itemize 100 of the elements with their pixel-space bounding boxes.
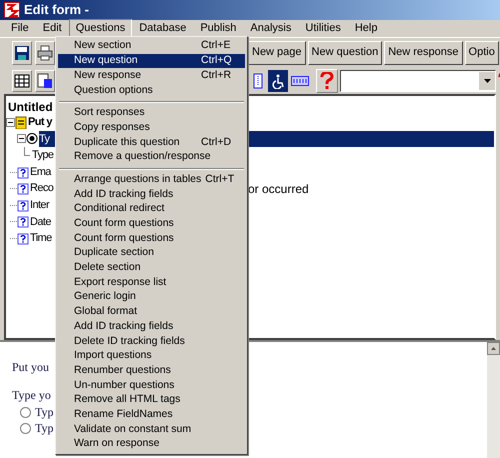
menu-entry[interactable]: Duplicate this question Ctrl+D <box>58 135 245 150</box>
menu-entry-label: Add ID tracking fields <box>74 186 174 202</box>
menu-entry[interactable]: Remove a question/response <box>58 150 245 164</box>
radio-button[interactable] <box>20 406 31 418</box>
tree-item[interactable]: Reco <box>30 180 54 197</box>
menu-entry[interactable]: Add ID tracking fields <box>58 319 245 334</box>
menu-entry[interactable]: Arrange questions in tables Ctrl+T <box>58 172 245 188</box>
menu-item[interactable]: Help <box>348 19 384 38</box>
menu-entry-label: Question options <box>74 82 154 98</box>
menu-entry-label: Add ID tracking fields <box>74 318 174 334</box>
menu-entry[interactable]: Duplicate section <box>58 246 245 261</box>
tree-title: Untitled <box>8 99 53 116</box>
question-icon <box>17 232 29 245</box>
tree-item[interactable]: Time <box>30 230 52 247</box>
table-grid-icon[interactable] <box>12 70 32 92</box>
collapse-icon[interactable] <box>17 134 26 144</box>
menu-entry[interactable]: New response Ctrl+R <box>58 68 245 84</box>
menu-entry-label: New question <box>74 53 139 68</box>
menu-item[interactable]: Publish <box>193 19 244 38</box>
menu-entry[interactable]: Sort responses <box>58 106 245 120</box>
toolbar-button[interactable]: Optio <box>464 40 499 64</box>
menu-entry[interactable]: Renumber questions <box>58 363 245 378</box>
menu-entry[interactable]: Conditional redirect <box>58 202 245 217</box>
shortcut-label: Ctrl+D <box>201 134 232 150</box>
menu-entry-label: Arrange questions in tables <box>74 172 202 187</box>
tree-item[interactable]: Type <box>32 147 54 164</box>
menu-entry-label: Generic login <box>74 289 137 304</box>
question-icon <box>17 182 29 196</box>
menu-entry[interactable]: Remove all HTML tags <box>58 392 245 408</box>
menu-entry-label: Count form questions <box>74 230 175 246</box>
preview-text: Type yo <box>12 387 51 404</box>
menu-entry[interactable]: Global format <box>58 304 245 320</box>
menu-item[interactable]: Database <box>132 19 194 38</box>
menu-item[interactable]: Edit <box>36 19 69 38</box>
question-icon <box>17 166 29 179</box>
question-icon <box>17 198 29 212</box>
menu-entry[interactable]: Count form questions <box>58 216 245 232</box>
option-label: Typ <box>35 420 54 436</box>
menu-entry-label: Duplicate section <box>74 245 155 260</box>
form-list-icon[interactable] <box>35 70 55 92</box>
menu-entry-label: Un-number questions <box>74 378 176 393</box>
menu-entry[interactable]: Un-number questions <box>58 378 245 393</box>
menu-entry[interactable]: New section Ctrl+E <box>58 39 245 54</box>
menu-entry-label: Delete ID tracking fields <box>74 334 186 349</box>
menu-entry-label: Remove a question/response <box>74 149 212 164</box>
printer-icon[interactable] <box>35 40 55 64</box>
tree-item[interactable]: Ema <box>30 164 51 180</box>
radio-icon <box>26 132 38 146</box>
combo-box[interactable] <box>340 70 496 92</box>
menu-entry[interactable]: Rename FieldNames <box>58 408 245 422</box>
shortcut-label: Ctrl+Q <box>201 53 233 68</box>
window-title: Edit form - <box>24 1 89 20</box>
menu-entry[interactable]: Delete section <box>58 260 245 276</box>
menu-entry[interactable]: Add ID tracking fields <box>58 187 245 202</box>
scroll-bar[interactable] <box>487 342 500 458</box>
collapse-icon[interactable] <box>6 118 15 127</box>
document-icon <box>15 116 27 129</box>
menu-entry[interactable]: Validate on constant sum <box>58 422 245 437</box>
menu-entry-label: Export response list <box>74 274 168 290</box>
menu-entry-label: Duplicate this question <box>74 134 181 150</box>
menu-item[interactable]: Utilities <box>298 19 348 38</box>
menu-entry[interactable]: Warn on response <box>58 436 245 452</box>
menu-entry-label: Count form questions <box>74 216 175 232</box>
menu-entry-label: Delete section <box>74 260 142 276</box>
menu-entry[interactable]: Import questions <box>58 348 245 364</box>
tree-item[interactable]: Put y <box>28 114 52 131</box>
menu-entry-label: Sort responses <box>74 105 146 120</box>
menu-entry-label: New section <box>74 38 132 54</box>
menu-entry-label: New response <box>74 68 142 83</box>
wheelchair-icon[interactable] <box>268 70 288 92</box>
toolbar-button[interactable]: New response <box>384 40 463 64</box>
toolbar-button[interactable]: New question <box>308 40 382 64</box>
tree-item[interactable]: Inter <box>30 197 50 214</box>
radio-button[interactable] <box>20 422 31 434</box>
question-icon <box>17 215 29 228</box>
preview-text: Put you <box>12 359 50 376</box>
menu-entry[interactable]: Generic login <box>58 290 245 305</box>
menu-entry-label: Global format <box>74 304 138 320</box>
menu-entry[interactable]: Delete ID tracking fields <box>58 334 245 349</box>
save-icon[interactable] <box>12 40 32 64</box>
menu-entry[interactable]: Export response list <box>58 275 245 290</box>
menu-entry-label: Renumber questions <box>74 362 172 378</box>
menu-entry-label: Import questions <box>74 348 153 364</box>
menu-entry-label: Conditional redirect <box>74 201 166 216</box>
menu-entry-label: Rename FieldNames <box>74 406 174 422</box>
menu-item[interactable]: Analysis <box>243 19 298 38</box>
shortcut-label: Ctrl+R <box>201 68 232 83</box>
help-icon[interactable] <box>316 68 338 92</box>
menu-item[interactable]: File <box>4 19 36 38</box>
app-logo-icon <box>4 2 20 18</box>
tree-item[interactable]: Date <box>30 214 51 230</box>
menu-entry[interactable]: New question Ctrl+Q <box>58 54 245 68</box>
menu-entry-label: Remove all HTML tags <box>74 392 182 408</box>
menu-entry[interactable]: Count form questions <box>58 231 245 246</box>
shortcut-label: Ctrl+T <box>205 172 236 187</box>
option-label: Typ <box>35 404 54 420</box>
menu-entry-label: Validate on constant sum <box>74 422 192 437</box>
menu-entry[interactable]: Question options <box>58 83 245 98</box>
scroll-up-icon[interactable] <box>487 342 500 355</box>
shortcut-label: Ctrl+E <box>201 38 232 54</box>
